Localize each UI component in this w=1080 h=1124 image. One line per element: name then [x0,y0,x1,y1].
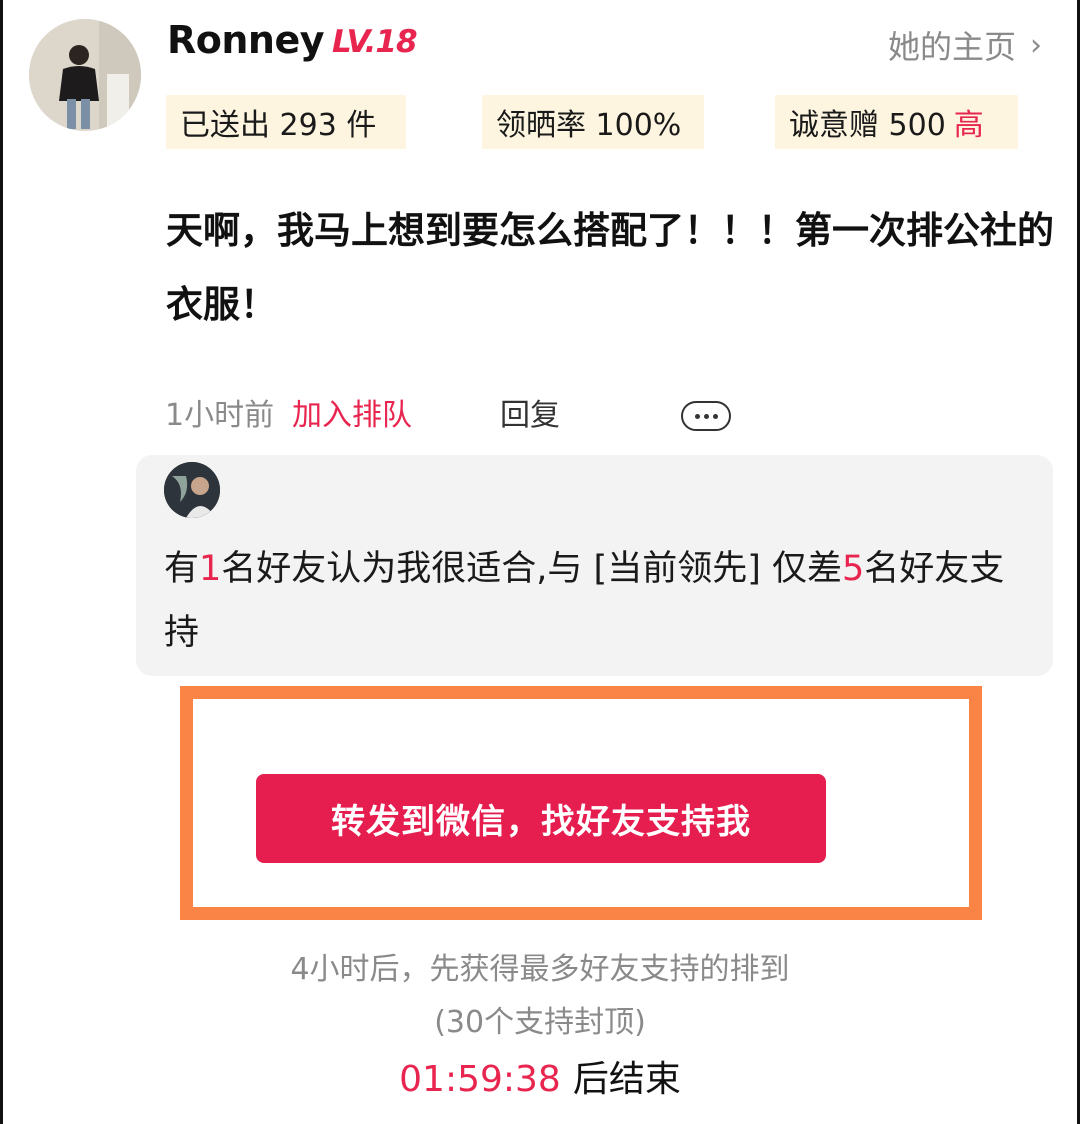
username[interactable]: Ronney [167,18,325,62]
share-to-wechat-button[interactable]: 转发到微信，找好友支持我 [256,774,826,863]
stat-gifts-sent-label: 已送出 293 件 [180,108,377,143]
reply-button[interactable]: 回复 [500,394,560,438]
countdown: 01:59:38 后结束 [0,1055,1080,1105]
stat-review-rate: 领晒率 100% [482,95,704,149]
friend-support-text-part1: 有 [164,549,200,589]
friend-support-text: 有1名好友认为我很适合,与 [当前领先] 仅差5名好友支持 [164,537,1034,665]
user-avatar[interactable] [29,19,141,131]
chevron-right-icon: › [1030,27,1042,63]
comment-timestamp: 1小时前 [165,398,275,433]
homepage-link-label: 她的主页 [887,28,1016,66]
countdown-time: 01:59:38 [399,1059,561,1100]
comment-text: 天啊，我马上想到要怎么搭配了！！！第一次排公社的衣服！ [166,209,1054,326]
friend-support-count: 1 [199,549,222,589]
friend-support-text-part2: 名好友认为我很适合,与 [当前领先] 仅差 [221,549,842,589]
join-queue-link[interactable]: 加入排队 [292,394,412,438]
countdown-suffix: 后结束 [572,1059,681,1100]
stat-sincerity-label: 诚意赠 500 [789,108,946,143]
more-options-icon[interactable] [681,401,731,431]
stat-sincerity-tag: 高 [953,108,984,143]
friend-avatar[interactable] [164,462,220,518]
stat-gifts-sent: 已送出 293 件 [166,95,406,149]
rule-text-line1: 4小时后，先获得最多好友支持的排到 [290,952,790,987]
friend-support-gap: 5 [841,549,865,589]
homepage-link[interactable]: 她的主页 › [888,22,1042,68]
user-level-badge: LV.18 [332,24,418,60]
stat-sincerity: 诚意赠 500 高 [775,95,1018,149]
stat-review-rate-label: 领晒率 100% [496,108,682,143]
rule-text-line2: (30个支持封顶) [434,1005,646,1040]
